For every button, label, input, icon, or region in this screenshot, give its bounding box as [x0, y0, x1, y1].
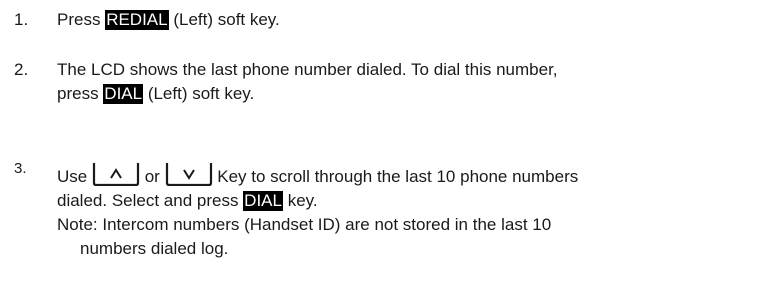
down-arrow-key-icon: [165, 162, 213, 186]
softkey-label-dial: DIAL: [243, 191, 283, 211]
note-line: numbers dialed log.: [80, 239, 229, 258]
step-text-line: dialed. Select and press DIAL key.: [57, 189, 767, 213]
step-text-after: (Left) soft key.: [143, 84, 255, 103]
step-text-before: Press: [57, 10, 106, 29]
note-line: Note: Intercom numbers (Handset ID) are …: [57, 215, 552, 234]
step-text-or: or: [139, 167, 165, 186]
step-text-line: The LCD shows the last phone number dial…: [57, 60, 558, 79]
step-text-before: press: [57, 84, 104, 103]
step-text-line: press DIAL (Left) soft key.: [57, 82, 767, 106]
step-number: 3.: [14, 160, 27, 177]
step-text: Press REDIAL (Left) soft key.: [57, 8, 767, 32]
step-text-use: Use: [57, 167, 92, 186]
step-text-line: Use or Key to scroll through the last 10…: [57, 162, 767, 189]
step-number: 1.: [14, 10, 29, 29]
step-text-scroll: Key to scroll through the last 10 phone …: [212, 167, 579, 186]
step-text-after: key.: [282, 191, 318, 210]
up-arrow-key-icon: [92, 162, 140, 186]
step-text: Use or Key to scroll through the last 10…: [57, 162, 767, 261]
step-text: The LCD shows the last phone number dial…: [57, 58, 767, 106]
step-text-after: (Left) soft key.: [168, 10, 280, 29]
step-number: 2.: [14, 60, 29, 79]
softkey-label-redial: REDIAL: [105, 10, 169, 30]
softkey-label-dial: DIAL: [103, 84, 144, 104]
step-text-before: dialed. Select and press: [57, 191, 244, 210]
